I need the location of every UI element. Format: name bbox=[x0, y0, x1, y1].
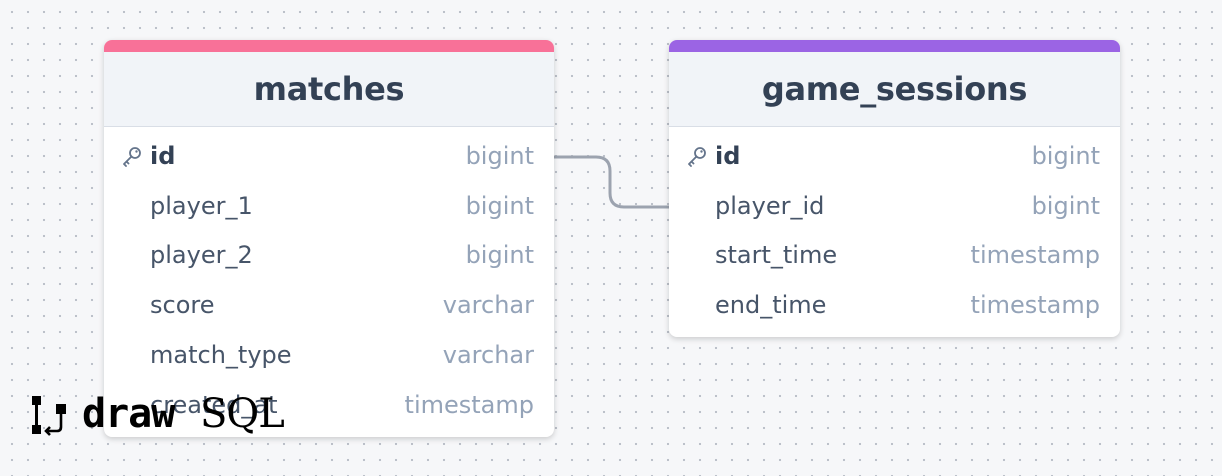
column-row-match-type[interactable]: match_type varchar bbox=[104, 330, 554, 380]
column-row-player-2[interactable]: player_2 bigint bbox=[104, 231, 554, 281]
column-type: varchar bbox=[442, 341, 534, 370]
key-icon bbox=[123, 146, 141, 167]
column-type: bigint bbox=[465, 241, 534, 270]
drawsql-logo[interactable]: draw SQL bbox=[30, 390, 300, 438]
column-name: start_time bbox=[715, 241, 838, 270]
column-row-id[interactable]: id bigint bbox=[669, 131, 1120, 181]
column-type: timestamp bbox=[404, 390, 534, 419]
column-type: bigint bbox=[1031, 191, 1100, 220]
table-game-sessions[interactable]: game_sessions id bigint player_id bigint… bbox=[669, 40, 1120, 337]
table-accent-bar bbox=[104, 40, 554, 52]
column-name: id bbox=[150, 141, 176, 170]
table-accent-bar bbox=[669, 40, 1120, 52]
logo-text-sql: SQL bbox=[200, 391, 285, 437]
column-row-start-time[interactable]: start_time timestamp bbox=[669, 231, 1120, 281]
column-type: timestamp bbox=[970, 241, 1100, 270]
column-name: player_id bbox=[715, 191, 825, 220]
column-row-end-time[interactable]: end_time timestamp bbox=[669, 280, 1120, 330]
column-type: varchar bbox=[442, 291, 534, 320]
column-row-id[interactable]: id bigint bbox=[104, 131, 554, 181]
column-type: bigint bbox=[465, 191, 534, 220]
column-name: id bbox=[715, 141, 741, 170]
column-row-score[interactable]: score varchar bbox=[104, 280, 554, 330]
relation-line-matches-id-to-game-sessions-player-id[interactable] bbox=[554, 155, 669, 209]
column-row-player-1[interactable]: player_1 bigint bbox=[104, 181, 554, 231]
column-type: timestamp bbox=[970, 291, 1100, 320]
column-name: end_time bbox=[715, 291, 827, 320]
column-type: bigint bbox=[1031, 141, 1100, 170]
table-matches[interactable]: matches id bigint player_1 bigint player… bbox=[104, 40, 554, 437]
table-title[interactable]: game_sessions bbox=[669, 52, 1120, 127]
table-title[interactable]: matches bbox=[104, 52, 554, 127]
column-name: player_1 bbox=[150, 191, 253, 220]
column-name: player_2 bbox=[150, 241, 253, 270]
column-name: score bbox=[150, 291, 215, 320]
column-type: bigint bbox=[465, 141, 534, 170]
key-icon bbox=[688, 146, 706, 167]
logo-text-draw: draw bbox=[82, 391, 175, 437]
column-row-player-id[interactable]: player_id bigint bbox=[669, 181, 1120, 231]
drawsql-logo-mark-icon bbox=[32, 396, 66, 436]
column-name: match_type bbox=[150, 341, 292, 370]
